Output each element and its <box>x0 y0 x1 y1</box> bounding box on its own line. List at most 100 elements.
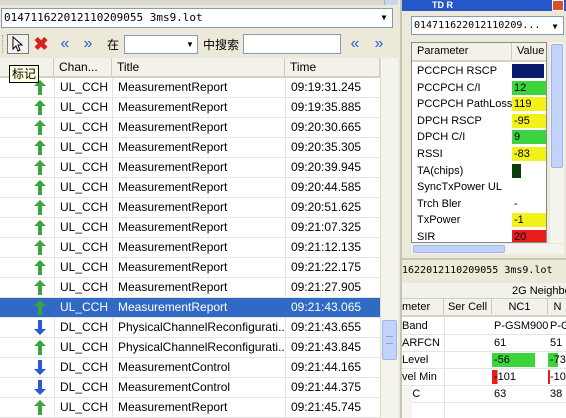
table-row[interactable]: UL_CCH MeasurementReport 09:20:30.665 <box>0 118 380 138</box>
message-table-scrollbar[interactable] <box>380 58 398 418</box>
table-row[interactable]: UL_CCH MeasurementReport 09:21:43.065 <box>0 298 380 318</box>
neighbor-row[interactable]: vel Min -101-101 <box>402 369 566 386</box>
table-row[interactable]: UL_CCH MeasurementReport 09:21:07.325 <box>0 218 380 238</box>
up-arrow-icon <box>34 100 46 115</box>
serving-cell-value <box>444 352 492 368</box>
direction-cell <box>0 258 54 277</box>
parameter-table-vscrollbar[interactable] <box>550 42 564 243</box>
neighbor-file-label: 1622012110209055 3ms9.lot <box>402 265 553 276</box>
table-row[interactable]: UL_CCH MeasurementReport 09:19:35.885 <box>0 98 380 118</box>
parameter-row[interactable]: SyncTxPower UL <box>412 179 546 196</box>
table-row[interactable]: UL_CCH MeasurementReport 09:20:44.585 <box>0 178 380 198</box>
parameter-row[interactable]: TA(chips) <box>412 163 546 180</box>
search-previous-button[interactable]: « <box>346 34 364 54</box>
search-label: 中搜索 <box>203 38 240 52</box>
search-scope-select[interactable]: ▼ <box>124 35 198 54</box>
parameter-name: PCCPCH RSCP <box>417 65 498 77</box>
nc1-value: -56 <box>492 353 546 367</box>
channel-cell: UL_CCH <box>54 98 112 117</box>
double-left-arrow-icon: « <box>350 35 360 52</box>
close-button[interactable] <box>552 0 564 11</box>
log-file-select[interactable]: 014711622012110209055 3ms9.lot ▼ <box>1 8 393 28</box>
parameter-row[interactable]: PCCPCH RSCP <box>412 63 546 80</box>
toolbar-grip[interactable] <box>2 35 5 53</box>
chevron-down-icon[interactable]: ▼ <box>376 9 392 27</box>
parameter-row[interactable]: SIR 20 <box>412 229 546 242</box>
delete-button[interactable]: ✖ <box>32 34 50 54</box>
neighbor-table-scrollbar[interactable] <box>402 387 412 418</box>
chevron-down-icon[interactable]: ▼ <box>547 17 563 34</box>
title-cell: MeasurementReport <box>112 158 285 177</box>
table-row[interactable]: UL_CCH MeasurementReport 09:20:51.625 <box>0 198 380 218</box>
table-row[interactable]: UL_CCH MeasurementReport 09:21:45.745 <box>0 398 380 418</box>
search-input[interactable] <box>243 34 341 54</box>
parameter-row[interactable]: DPCH RSCP -95 <box>412 113 546 130</box>
parameter-table-hscrollbar[interactable] <box>411 244 564 254</box>
message-table: Chan... Title Time UL_CCH MeasurementRepo… <box>0 58 380 418</box>
table-row[interactable]: UL_CCH PhysicalChannelReconfigurati... 09:… <box>0 338 380 358</box>
parameter-name: Trch Bler <box>417 197 462 210</box>
nc2-value: P-G <box>550 320 566 332</box>
neighbor-row[interactable]: I <box>402 403 566 418</box>
table-row[interactable]: DL_CCH MeasurementControl 09:21:44.375 <box>0 378 380 398</box>
direction-cell <box>0 218 54 237</box>
scroll-up-button[interactable] <box>384 0 398 5</box>
nc2-value: -101 <box>548 370 566 384</box>
column-header-channel[interactable]: Chan... <box>54 58 112 76</box>
channel-cell: UL_CCH <box>54 178 112 197</box>
mark-button[interactable] <box>7 34 29 54</box>
neighbor-row[interactable]: SIC6338 <box>402 386 566 403</box>
direction-cell <box>0 338 54 357</box>
parameter-row[interactable]: DPCH C/I 9 <box>412 129 546 146</box>
serving-cell-value <box>444 335 492 351</box>
neighbor-row[interactable]: Level -56 -73 <box>402 352 566 369</box>
table-row[interactable]: DL_CCH PhysicalChannelReconfigurati... 09:… <box>0 318 380 338</box>
scrollbar-thumb[interactable] <box>551 44 563 168</box>
parameter-row[interactable]: RSSI -83 <box>412 146 546 163</box>
direction-cell <box>0 318 54 337</box>
parameter-row[interactable]: TxPower -1 <box>412 212 546 229</box>
title-cell: MeasurementReport <box>112 138 285 157</box>
time-cell: 09:21:43.065 <box>285 298 380 317</box>
parameter-row[interactable]: PCCPCH C/I 12 <box>412 80 546 97</box>
neighbor-row[interactable]: Band P-GSM900P-G <box>402 318 566 335</box>
column-header-serving-cell[interactable]: Ser Cell <box>444 299 492 315</box>
parameter-value: -1 <box>512 213 546 228</box>
neighbor-row[interactable]: ARFCN 61 51 <box>402 335 566 352</box>
table-row[interactable]: UL_CCH MeasurementReport 09:21:22.175 <box>0 258 380 278</box>
title-cell: MeasurementReport <box>112 78 285 97</box>
column-header-parameter[interactable]: Parameter <box>412 43 512 60</box>
parameter-value: -83 <box>512 147 546 161</box>
parameter-value <box>512 64 544 78</box>
table-row[interactable]: UL_CCH MeasurementReport 09:20:35.305 <box>0 138 380 158</box>
table-row[interactable]: UL_CCH MeasurementReport 09:21:12.135 <box>0 238 380 258</box>
scrollbar-thumb[interactable] <box>413 245 505 253</box>
radio-file-select[interactable]: 014711622012110209... ▼ <box>411 16 564 35</box>
parameter-name: DPCH C/I <box>417 131 466 144</box>
serving-cell-value <box>444 403 492 418</box>
column-header-title[interactable]: Title <box>112 58 285 76</box>
parameter-row[interactable]: Trch Bler - <box>412 196 546 213</box>
table-row[interactable]: UL_CCH MeasurementReport 09:21:27.905 <box>0 278 380 298</box>
direction-cell <box>0 358 54 377</box>
up-arrow-icon <box>34 180 46 195</box>
column-header-nc2[interactable]: N <box>548 299 566 315</box>
search-next-button[interactable]: » <box>370 34 388 54</box>
table-row[interactable]: DL_CCH MeasurementControl 09:21:44.165 <box>0 358 380 378</box>
column-header-value[interactable]: Value <box>512 43 546 60</box>
nc2-value: 38 <box>550 388 563 400</box>
parameter-row[interactable]: PCCPCH PathLoss 119 <box>412 96 546 113</box>
table-row[interactable]: UL_CCH MeasurementReport 09:19:31.245 <box>0 78 380 98</box>
pane-divider[interactable] <box>402 258 566 260</box>
column-header-time[interactable]: Time <box>285 58 380 76</box>
previous-button[interactable]: « <box>56 34 74 54</box>
chevron-down-icon[interactable]: ▼ <box>183 36 197 53</box>
column-header-parameter[interactable]: meter <box>402 299 444 315</box>
down-arrow-icon <box>34 380 46 395</box>
time-cell: 09:21:12.135 <box>285 238 380 257</box>
column-header-nc1[interactable]: NC1 <box>492 299 548 315</box>
time-cell: 09:20:35.305 <box>285 138 380 157</box>
next-button[interactable]: » <box>79 34 97 54</box>
table-row[interactable]: UL_CCH MeasurementReport 09:20:39.945 <box>0 158 380 178</box>
scrollbar-thumb[interactable] <box>382 320 397 360</box>
